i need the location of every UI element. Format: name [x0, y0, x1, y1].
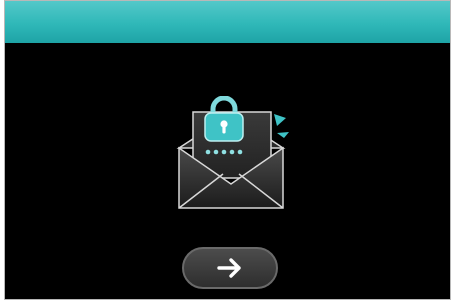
- secure-mail-icon: [173, 95, 293, 214]
- title-bar: [5, 1, 450, 43]
- device-display: [4, 0, 451, 300]
- arrow-right-icon: [217, 258, 241, 278]
- next-button[interactable]: [182, 247, 278, 289]
- screen: [0, 0, 452, 303]
- sparkle-icon: [274, 114, 289, 138]
- padlock-icon: [204, 95, 244, 142]
